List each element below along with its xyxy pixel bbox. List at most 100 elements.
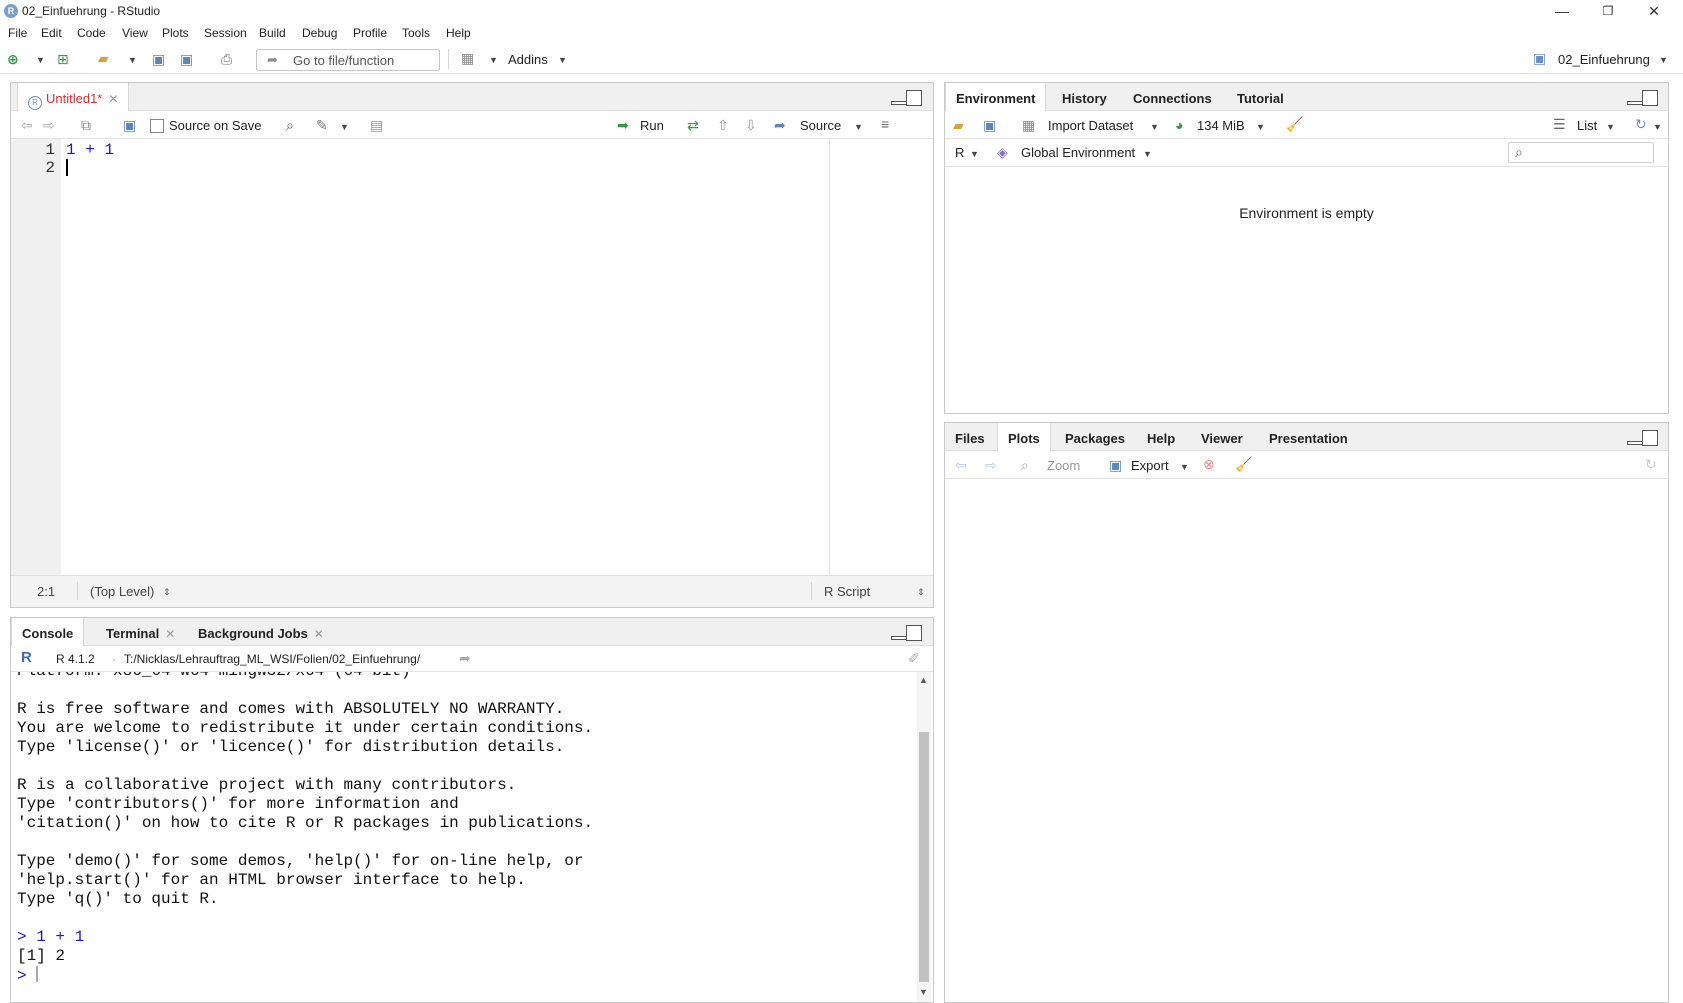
tab-background-jobs[interactable]: Background Jobs ✕ [188, 618, 334, 646]
scope-selector[interactable]: Global Environment [1021, 145, 1135, 160]
tab-files[interactable]: Files [945, 423, 995, 451]
chevron-down-icon[interactable]: ▼ [1606, 119, 1615, 135]
addins-menu[interactable]: Addins [508, 52, 548, 67]
maximize-button[interactable]: ❐ [1585, 0, 1631, 24]
chevron-down-icon[interactable]: ▼ [128, 53, 137, 67]
tab-untitled1[interactable]: R Untitled1* ✕ [17, 83, 130, 112]
maximize-pane-icon[interactable] [906, 625, 922, 641]
zoom-button[interactable]: Zoom [1047, 458, 1080, 473]
forward-icon[interactable]: ⇨ [43, 117, 55, 133]
new-project-icon[interactable]: ⊞ [57, 52, 69, 66]
rerun-icon[interactable]: ⇄ [687, 117, 699, 133]
tab-help[interactable]: Help [1137, 423, 1185, 451]
tab-connections[interactable]: Connections [1123, 83, 1222, 111]
tab-viewer[interactable]: Viewer [1191, 423, 1253, 451]
chunk-up-icon[interactable]: ⇧ [717, 117, 729, 133]
minimize-pane-icon[interactable] [891, 101, 907, 105]
menu-file[interactable]: File [8, 26, 27, 40]
new-file-icon[interactable]: ⊕ [7, 52, 19, 66]
broom-icon[interactable]: 🧹 [1235, 456, 1252, 472]
tab-packages[interactable]: Packages [1055, 423, 1135, 451]
print-icon[interactable]: ⎙ [221, 52, 232, 66]
scroll-up-icon[interactable]: ▲ [919, 672, 928, 688]
tab-environment[interactable]: Environment [945, 83, 1047, 112]
back-icon[interactable]: ⇦ [21, 117, 33, 133]
chevron-down-icon[interactable]: ▼ [558, 53, 567, 67]
menu-view[interactable]: View [122, 26, 148, 40]
tab-history[interactable]: History [1052, 83, 1117, 111]
show-in-window-icon[interactable]: ⧉ [81, 117, 91, 133]
project-menu[interactable]: 02_Einfuehrung [1558, 52, 1650, 67]
chevron-down-icon[interactable]: ▼ [340, 119, 349, 135]
chevron-down-icon[interactable]: ▼ [970, 146, 979, 162]
view-mode-selector[interactable]: List [1577, 118, 1597, 133]
close-tab-icon[interactable]: ✕ [108, 92, 118, 106]
scrollbar-thumb[interactable] [919, 732, 929, 982]
open-folder-icon[interactable]: ▰ [98, 51, 109, 65]
previous-plot-icon[interactable]: ⇦ [955, 457, 967, 473]
chevron-down-icon[interactable]: ▼ [1659, 53, 1668, 67]
chevron-down-icon[interactable]: ▼ [36, 53, 45, 67]
minimize-button[interactable]: — [1539, 0, 1585, 24]
menu-session[interactable]: Session [204, 26, 247, 40]
environment-search-input[interactable]: ⌕ [1508, 142, 1654, 163]
tab-presentation[interactable]: Presentation [1259, 423, 1358, 451]
code-area[interactable]: 1 + 1 [66, 141, 114, 177]
tab-tutorial[interactable]: Tutorial [1227, 83, 1294, 111]
menu-profile[interactable]: Profile [353, 26, 387, 40]
maximize-pane-icon[interactable] [906, 90, 922, 106]
memory-usage[interactable]: 134 MiB [1197, 118, 1245, 133]
scope-selector[interactable]: (Top Level) [90, 584, 154, 599]
chunk-down-icon[interactable]: ⇩ [745, 117, 757, 133]
chevron-down-icon[interactable]: ▼ [489, 53, 498, 67]
clear-console-icon[interactable]: ✐ [908, 650, 920, 666]
magic-wand-icon[interactable]: ✎ [316, 117, 328, 133]
tab-console[interactable]: Console [11, 618, 85, 647]
chevron-down-icon[interactable]: ▼ [1180, 459, 1189, 475]
save-icon[interactable]: ▣ [152, 52, 165, 66]
chevron-down-icon[interactable]: ▼ [1150, 119, 1159, 135]
refresh-icon[interactable]: ↻ [1635, 116, 1647, 132]
chevron-down-icon[interactable]: ▼ [854, 119, 863, 135]
save-icon[interactable]: ▣ [123, 117, 136, 133]
goto-directory-icon[interactable]: ➦ [459, 650, 471, 666]
chevron-down-icon[interactable]: ▼ [1143, 146, 1152, 162]
refresh-icon[interactable]: ↻ [1645, 456, 1657, 472]
tab-plots[interactable]: Plots [997, 423, 1051, 452]
menu-code[interactable]: Code [77, 26, 106, 40]
maximize-pane-icon[interactable] [1642, 430, 1658, 446]
tab-terminal[interactable]: Terminal ✕ [96, 618, 185, 646]
menu-tools[interactable]: Tools [402, 26, 430, 40]
source-on-save-checkbox[interactable] [150, 119, 164, 133]
save-all-icon[interactable]: ▣ [180, 52, 193, 66]
close-tab-icon[interactable]: ✕ [314, 627, 324, 641]
working-directory[interactable]: T:/Nicklas/Lehrauftrag_ML_WSI/Folien/02_… [124, 652, 420, 666]
menu-edit[interactable]: Edit [41, 26, 62, 40]
export-button[interactable]: Export [1131, 458, 1169, 473]
load-workspace-icon[interactable]: ▰ [953, 117, 964, 133]
close-tab-icon[interactable]: ✕ [165, 627, 175, 641]
console-output[interactable]: Platform: x86_64-w64-mingw32/x64 (64-bit… [17, 672, 907, 1002]
minimize-pane-icon[interactable] [1627, 101, 1643, 105]
grid-layout-icon[interactable]: ▦ [461, 51, 474, 65]
menu-plots[interactable]: Plots [162, 26, 189, 40]
chevron-down-icon[interactable]: ▼ [1256, 119, 1265, 135]
run-button[interactable]: Run [640, 118, 664, 133]
goto-file-input[interactable]: ➦ Go to file/function [256, 49, 440, 71]
search-icon[interactable]: ⌕ [286, 117, 294, 133]
minimize-pane-icon[interactable] [1627, 441, 1643, 445]
menu-help[interactable]: Help [446, 26, 471, 40]
console-scrollbar[interactable]: ▲ ▼ [917, 672, 931, 1002]
maximize-pane-icon[interactable] [1642, 90, 1658, 106]
remove-plot-icon[interactable]: ⊗ [1203, 456, 1215, 472]
menu-debug[interactable]: Debug [302, 26, 337, 40]
outline-icon[interactable]: ≡ [881, 116, 889, 132]
menu-build[interactable]: Build [259, 26, 286, 40]
import-dataset-button[interactable]: Import Dataset [1048, 118, 1133, 133]
source-button[interactable]: Source [800, 118, 841, 133]
close-button[interactable]: ✕ [1631, 0, 1677, 24]
file-type-selector[interactable]: R Script [824, 584, 870, 599]
chevron-down-icon[interactable]: ▼ [1653, 119, 1662, 135]
compile-report-icon[interactable]: ▤ [370, 117, 383, 133]
language-selector[interactable]: R [955, 145, 964, 160]
